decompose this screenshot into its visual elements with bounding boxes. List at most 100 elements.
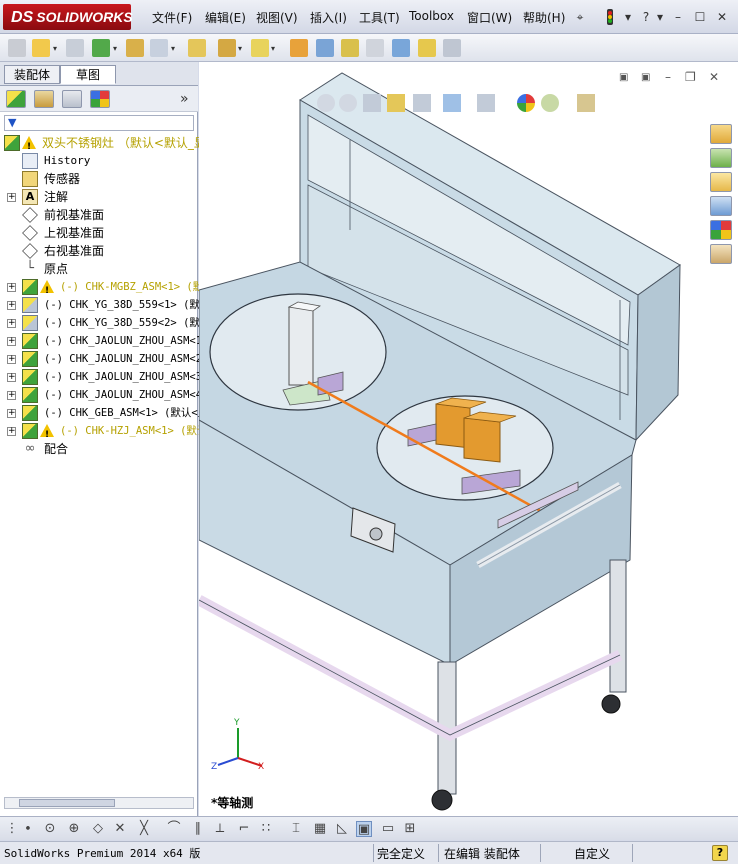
sheet-icon[interactable] — [443, 39, 461, 57]
expand-toggle[interactable]: + — [7, 373, 16, 382]
cross-icon[interactable]: ✕ — [112, 821, 128, 837]
expand-toggle[interactable]: + — [7, 391, 16, 400]
tree-item-right-plane[interactable]: 右视基准面 — [0, 242, 205, 260]
options-gear-icon[interactable] — [290, 39, 308, 57]
tree-item-history[interactable]: History — [0, 152, 205, 170]
mate-icon[interactable] — [126, 39, 144, 57]
point-icon[interactable]: ∙ — [20, 821, 36, 837]
intersection-icon[interactable]: ╳ — [136, 821, 152, 837]
hide-show-items-icon[interactable] — [477, 94, 495, 112]
grid-icon[interactable]: ▦ — [312, 821, 328, 837]
menu-toolbox[interactable]: Toolbox — [409, 9, 454, 23]
diamond-icon[interactable]: ◇ — [90, 821, 106, 837]
expand-toggle[interactable]: + — [7, 409, 16, 418]
tree-item-component[interactable]: + (-) CHK_JAOLUN_ZHOU_ASM<3> — [0, 368, 208, 386]
custom-properties-icon[interactable] — [710, 244, 732, 264]
tree-item-component[interactable]: + (-) CHK_GEB_ASM<1> (默认<显 — [0, 404, 208, 422]
centerpoint-icon[interactable]: ⊕ — [66, 821, 82, 837]
close-icon[interactable]: ✕ — [714, 9, 730, 25]
home-icon[interactable] — [710, 124, 732, 144]
tree-item-sensors[interactable]: 传感器 — [0, 170, 205, 188]
tangent-icon[interactable]: ⌒ — [166, 821, 182, 837]
snap-icon[interactable]: ∷ — [258, 821, 274, 837]
section-view-icon[interactable] — [387, 94, 405, 112]
dropdown-icon[interactable]: ▾ — [620, 9, 636, 25]
maximize-icon[interactable]: ☐ — [692, 9, 708, 25]
shaded-view-icon[interactable]: ▣ — [356, 821, 372, 837]
tree-item-component[interactable]: + (-) CHK-MGBZ_ASM<1> (默 — [0, 278, 205, 300]
tree-item-origin[interactable]: └ 原点 — [0, 260, 205, 278]
solidworks-logo[interactable]: DS SOLIDWORKS — [3, 4, 133, 30]
view-palette-icon[interactable] — [710, 196, 732, 216]
menu-view[interactable]: 视图(V) — [256, 9, 298, 26]
expand-toggle[interactable]: + — [7, 355, 16, 364]
menu-help[interactable]: 帮助(H) — [523, 9, 565, 26]
graphics-area[interactable]: Y X Z ▣ ▣ – ❐ ✕ *等轴测 — [199, 62, 738, 816]
display-manager-tab-icon[interactable] — [90, 90, 110, 108]
open-dropdown-icon[interactable]: ▾ — [53, 44, 57, 53]
expand-toggle[interactable]: + — [7, 283, 16, 292]
tree-filter[interactable]: ▼ — [4, 115, 194, 131]
menu-window[interactable]: 窗口(W) — [467, 9, 512, 26]
view-four-icon[interactable]: ⊞ — [402, 821, 418, 837]
status-units[interactable]: 自定义 — [574, 845, 610, 862]
edit-appearance-icon[interactable] — [517, 94, 535, 112]
status-help-icon[interactable]: ? — [712, 845, 728, 861]
tree-item-component[interactable]: + (-) CHK_YG_38D_559<1> (默认 — [0, 296, 210, 314]
open-folder-icon[interactable] — [32, 39, 50, 57]
configuration-manager-tab-icon[interactable] — [62, 90, 82, 108]
view-single-icon[interactable]: ▭ — [380, 821, 396, 837]
expand-toggle[interactable]: + — [7, 301, 16, 310]
doc-minimize-icon[interactable]: – — [665, 70, 671, 84]
tree-item-component[interactable]: + (-) CHK_JAOLUN_ZHOU_ASM<4> — [0, 386, 208, 404]
previous-view-icon[interactable] — [363, 94, 381, 112]
perpendicular-icon[interactable]: ⟂ — [212, 821, 228, 837]
traffic-light-icon[interactable] — [602, 9, 618, 25]
reference-geometry-icon[interactable] — [366, 39, 384, 57]
view-icon[interactable] — [316, 39, 334, 57]
paperclip-icon[interactable] — [66, 39, 84, 57]
assembly-feature-icon[interactable] — [341, 39, 359, 57]
dimension-icon[interactable]: ⌶ — [288, 821, 304, 837]
tree-item-front-plane[interactable]: 前视基准面 — [0, 206, 205, 224]
menu-file[interactable]: 文件(F) — [152, 9, 192, 26]
tab-assembly[interactable]: 装配体 — [4, 65, 60, 84]
tile-icon[interactable]: ▣ — [641, 72, 650, 83]
tree-item-component[interactable]: + (-) CHK_JAOLUN_ZHOU_ASM<2> — [0, 350, 208, 368]
tab-sketch[interactable]: 草图 — [60, 65, 116, 84]
mass-properties-icon[interactable] — [418, 39, 436, 57]
explode-dropdown-icon[interactable]: ▾ — [271, 44, 275, 53]
pin-icon[interactable]: ⌖ — [572, 9, 588, 25]
tree-horizontal-scrollbar[interactable] — [4, 797, 194, 809]
measure-icon[interactable] — [392, 39, 410, 57]
move-component-icon[interactable] — [218, 39, 236, 57]
insert-component-icon[interactable] — [92, 39, 110, 57]
angle-icon[interactable]: ⌐ — [236, 821, 252, 837]
feature-manager-tab-icon[interactable] — [6, 90, 26, 108]
tree-item-annotations[interactable]: + A 注解 — [0, 188, 205, 206]
doc-close-icon[interactable]: ✕ — [709, 70, 719, 84]
appearances-icon[interactable] — [710, 220, 732, 240]
view-settings-icon[interactable] — [577, 94, 595, 112]
tree-item-top-plane[interactable]: 上视基准面 — [0, 224, 205, 242]
scrollbar-thumb[interactable] — [19, 799, 115, 807]
property-manager-tab-icon[interactable] — [34, 90, 54, 108]
new-document-icon[interactable] — [8, 39, 26, 57]
expand-toggle[interactable]: + — [7, 193, 16, 202]
zoom-to-fit-icon[interactable] — [317, 94, 335, 112]
minimize-icon[interactable]: – — [670, 9, 686, 25]
file-explorer-icon[interactable] — [710, 172, 732, 192]
angle-snap-icon[interactable]: ◺ — [334, 821, 350, 837]
restore-tile-icon[interactable]: ▣ — [619, 72, 628, 83]
menu-insert[interactable]: 插入(I) — [310, 9, 347, 26]
display-style-icon[interactable] — [443, 94, 461, 112]
tree-item-component[interactable]: + (-) CHK_YG_38D_559<2> (默认 — [0, 314, 210, 332]
expand-toggle[interactable]: + — [7, 427, 16, 436]
model-view[interactable] — [199, 62, 738, 816]
doc-restore-icon[interactable]: ❐ — [685, 70, 696, 84]
rebuild-dropdown-icon[interactable]: ▾ — [171, 44, 175, 53]
tree-item-root[interactable]: 双头不锈钢灶 （默认<默认_显 — [0, 134, 206, 156]
zoom-to-area-icon[interactable] — [339, 94, 357, 112]
chevron-down-icon[interactable]: ▾ — [652, 9, 668, 25]
design-library-icon[interactable] — [710, 148, 732, 168]
